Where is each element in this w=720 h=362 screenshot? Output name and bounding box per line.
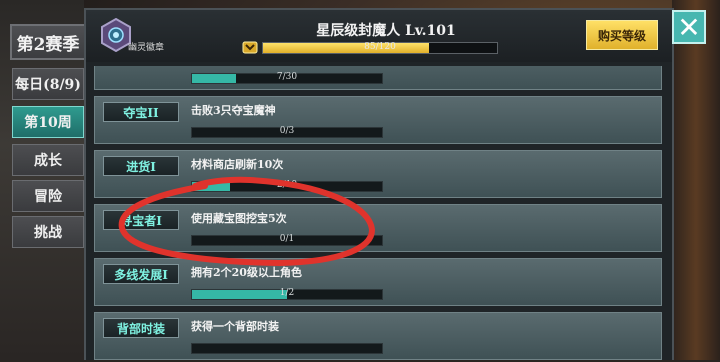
tab-adventure[interactable]: 冒险 (12, 180, 84, 212)
xp-text: 85/120 (364, 42, 396, 52)
progress-text: 0/3 (279, 126, 295, 136)
quest-tag: 寻宝者I (103, 210, 179, 230)
progress-bar (191, 343, 383, 354)
close-button[interactable]: ✕ (672, 10, 706, 44)
quest-row: 进货I 材料商店刷新10次 2/10 (94, 150, 662, 198)
tab-growth[interactable]: 成长 (12, 144, 84, 176)
progress-bar: 2/10 (191, 180, 383, 192)
tab-week-10[interactable]: 第10周 (12, 106, 84, 138)
quest-tag: 进货I (103, 156, 179, 176)
progress-text: 2/10 (276, 180, 298, 190)
quest-list[interactable]: 7/30 夺宝II 击败3只夺宝魔神 0/3 进货I 材料商店刷新10次 2/1… (94, 66, 662, 362)
progress-text: 1/2 (279, 288, 295, 298)
progress-text: 7/30 (276, 72, 298, 82)
buy-level-button[interactable]: 购买等级 (586, 20, 658, 50)
quest-description: 拥有2个20级以上角色 (191, 266, 302, 279)
xp-bar: 85/120 (262, 42, 498, 54)
quest-row: 多线发展I 拥有2个20级以上角色 1/2 (94, 258, 662, 306)
badge-label: 幽灵徽章 (128, 43, 165, 53)
panel-header: 幽灵徽章 星辰级封魔人 Lv.101 85/120 购买等级 (86, 10, 672, 62)
right-backdrop (672, 0, 720, 360)
quest-row: 寻宝者I 使用藏宝图挖宝5次 0/1 (94, 204, 662, 252)
quest-description: 材料商店刷新10次 (191, 158, 284, 171)
quest-tag: 多线发展I (103, 264, 179, 284)
progress-bar: 0/1 (191, 234, 383, 246)
tab-challenge[interactable]: 挑战 (12, 216, 84, 248)
quest-row: 背部时装 获得一个背部时装 (94, 312, 662, 360)
quest-row: 夺宝II 击败3只夺宝魔神 0/3 (94, 96, 662, 144)
level-icon (242, 41, 258, 54)
quest-panel: 幽灵徽章 星辰级封魔人 Lv.101 85/120 购买等级 7/30 夺宝II… (84, 8, 674, 360)
progress-bar: 7/30 (191, 72, 383, 84)
progress-bar: 0/3 (191, 126, 383, 138)
season-title: 第2赛季 (10, 24, 86, 60)
quest-description: 使用藏宝图挖宝5次 (191, 212, 287, 225)
quest-description: 获得一个背部时装 (191, 320, 279, 333)
progress-bar: 1/2 (191, 288, 383, 300)
progress-text: 0/1 (279, 234, 295, 244)
rank-title: 星辰级封魔人 Lv.101 (316, 23, 456, 39)
quest-tag: 背部时装 (103, 318, 179, 338)
quest-tag: 夺宝II (103, 102, 179, 122)
quest-row: 7/30 (94, 66, 662, 90)
close-icon: ✕ (677, 10, 701, 44)
quest-description: 击败3只夺宝魔神 (191, 104, 276, 117)
tab-daily[interactable]: 每日(8/9) (12, 68, 84, 100)
